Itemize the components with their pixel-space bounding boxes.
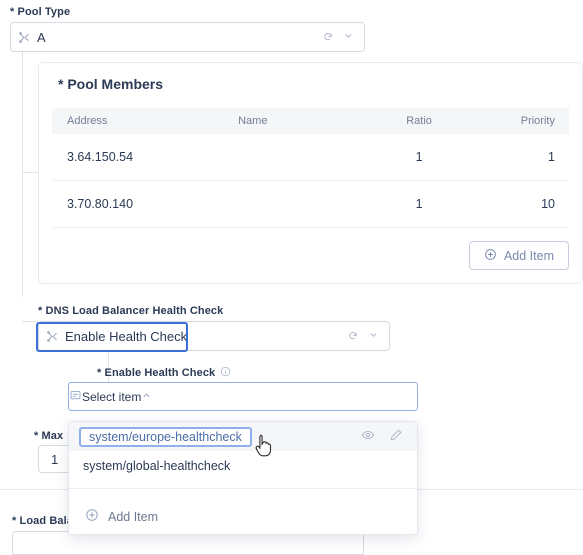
enable-health-check-input[interactable]: Select item	[82, 390, 141, 404]
pool-members-card: * Pool Members Address Name Ratio Priori…	[38, 62, 583, 284]
dropdown-add-item-label: Add Item	[108, 509, 159, 524]
dropdown-option-europe-healthcheck[interactable]: system/europe-healthcheck	[69, 422, 417, 451]
add-item-button[interactable]: Add Item	[468, 241, 569, 270]
connector-branch-pool-members	[22, 172, 38, 173]
cell-ratio: 1	[415, 197, 423, 211]
pool-members-table: Address Name Ratio Priority 3.64.150.54 …	[52, 108, 569, 228]
cell-priority: 10	[541, 197, 555, 211]
max-label: * Max	[34, 430, 64, 442]
column-header-priority: Priority	[520, 115, 555, 127]
enable-health-check-select[interactable]: Select item	[68, 382, 418, 411]
pool-members-title: * Pool Members	[58, 76, 164, 92]
dns-health-check-label: * DNS Load Balancer Health Check	[38, 305, 224, 317]
cell-ratio: 1	[415, 150, 423, 164]
column-header-address: Address	[67, 115, 108, 127]
connector-branch-dns-hc	[22, 321, 38, 322]
eye-icon[interactable]	[361, 428, 375, 445]
info-icon[interactable]	[220, 366, 231, 380]
chevron-down-icon[interactable]	[368, 329, 379, 343]
connector-vertical-main	[22, 52, 23, 297]
select-item-icon	[69, 389, 82, 405]
dropdown-add-item-button[interactable]: Add Item	[69, 502, 158, 531]
pool-type-label: * Pool Type	[10, 6, 71, 18]
branch-icon	[39, 330, 65, 343]
column-header-ratio: Ratio	[406, 115, 432, 127]
cell-address: 3.64.150.54	[67, 150, 134, 164]
table-header-row: Address Name Ratio Priority	[52, 108, 569, 134]
plus-circle-icon	[484, 248, 497, 264]
chevron-down-icon[interactable]	[343, 30, 354, 44]
dns-health-check-value: Enable Health Check	[65, 328, 188, 344]
refresh-icon[interactable]	[322, 30, 334, 45]
refresh-icon[interactable]	[347, 329, 359, 344]
cell-address: 3.70.80.140	[67, 197, 134, 211]
column-header-name: Name	[238, 115, 268, 127]
dropdown-option-label: system/europe-healthcheck	[79, 426, 252, 447]
pool-type-value: A	[37, 29, 46, 45]
table-row[interactable]: 3.64.150.54 1 1	[52, 134, 569, 181]
enable-health-check-label-row: * Enable Health Check	[97, 366, 231, 380]
health-check-dropdown-panel: system/europe-healthcheck system/global-…	[68, 421, 418, 535]
chevron-up-icon[interactable]	[141, 390, 152, 404]
cell-priority: 1	[548, 150, 555, 164]
dns-health-check-select[interactable]: Enable Health Check	[38, 321, 390, 351]
add-item-label: Add Item	[503, 248, 554, 263]
dropdown-divider	[69, 488, 417, 489]
dropdown-option-label: system/global-healthcheck	[83, 458, 231, 473]
dropdown-option-global-healthcheck[interactable]: system/global-healthcheck	[69, 451, 417, 480]
pool-type-select[interactable]: A	[10, 22, 365, 52]
branch-icon	[11, 31, 37, 44]
load-balancer-label: * Load Bala	[12, 515, 74, 527]
table-row[interactable]: 3.70.80.140 1 10	[52, 181, 569, 228]
plus-circle-icon	[85, 508, 99, 525]
pencil-icon[interactable]	[389, 428, 403, 445]
enable-health-check-label: * Enable Health Check	[97, 367, 216, 379]
